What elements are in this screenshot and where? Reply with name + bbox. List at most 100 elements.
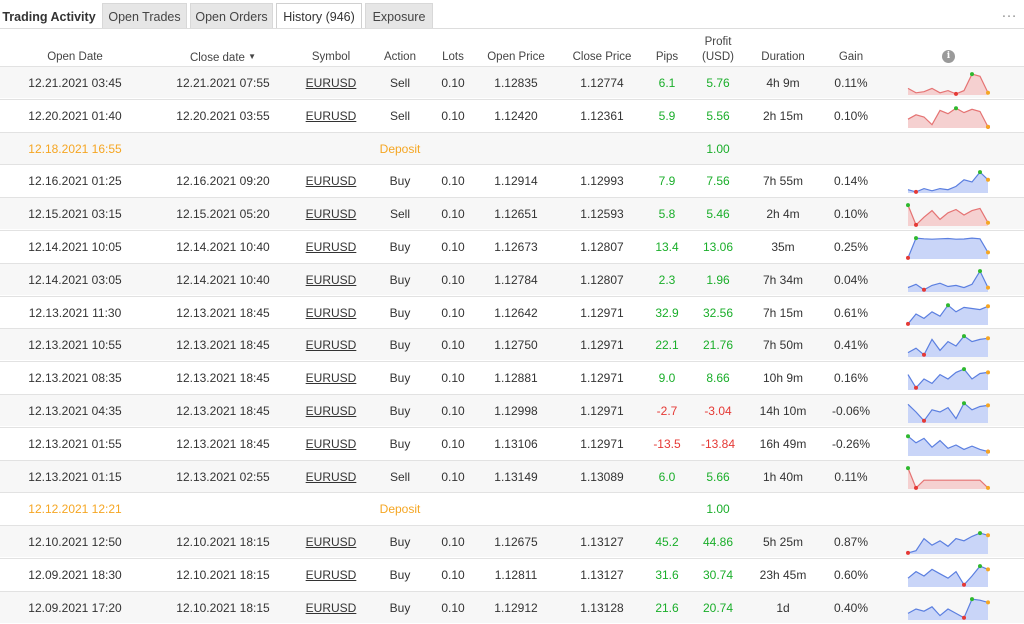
deposit-row[interactable]: 12.18.2021 16:55 Deposit 1.00 [0, 131, 1024, 164]
symbol-link[interactable]: EURUSD [300, 559, 362, 591]
lots-cell: 0.10 [441, 76, 465, 90]
sparkline-area [908, 435, 988, 456]
lots-cell: 0.10 [441, 174, 465, 189]
table-row[interactable]: 12.10.2021 12:50 12.10.2021 18:15 EURUSD Bu… [0, 525, 1024, 558]
symbol-link[interactable]: EURUSD [300, 297, 362, 329]
sparkline-last-marker [986, 370, 990, 375]
open-date-cell: 12.09.2021 17:20 [28, 600, 122, 615]
table-row[interactable]: 12.14.2021 03:05 12.14.2021 10:40 EURUSD Bu… [0, 262, 1024, 296]
close-date-cell: 12.14.2021 10:40 [176, 240, 270, 254]
table-row[interactable]: 12.15.2021 03:15 12.15.2021 05:20 EURUSD Se… [0, 197, 1024, 230]
close-date-cell: 12.20.2021 03:55 [176, 108, 270, 123]
trade-sparkline [907, 72, 990, 96]
tab-open-orders[interactable]: Open Orders [190, 3, 273, 29]
symbol-link[interactable]: EURUSD [300, 231, 362, 263]
open-date-cell: 12.13.2021 01:15 [28, 469, 122, 484]
sparkline-min-marker [914, 385, 918, 390]
open-price-cell: 1.12642 [494, 305, 538, 320]
lots-cell: 0.10 [441, 404, 465, 418]
symbol-link[interactable]: EURUSD [300, 329, 362, 361]
gain-cell: 0.61% [833, 305, 869, 320]
symbol-link[interactable]: EURUSD [300, 198, 362, 230]
col-pips[interactable]: Pips [646, 50, 688, 65]
sparkline-min-marker [914, 190, 918, 195]
sparkline-last-marker [986, 600, 990, 605]
close-price-cell: 1.12971 [580, 404, 624, 418]
pips-cell: 9.0 [658, 371, 676, 386]
lots-cell: 0.10 [441, 535, 465, 550]
close-date-cell: 12.13.2021 18:45 [176, 404, 270, 418]
duration-cell: 23h 45m [759, 568, 807, 582]
tab-exposure[interactable]: Exposure [365, 3, 433, 29]
open-price-cell: 1.12673 [494, 240, 538, 254]
sparkline-last-marker [986, 124, 990, 129]
sparkline-max-marker [970, 596, 974, 601]
symbol-link[interactable]: EURUSD [300, 395, 362, 427]
tab-open-trades[interactable]: Open Trades [102, 3, 187, 29]
symbol-link[interactable]: EURUSD [300, 264, 362, 296]
symbol-link[interactable]: EURUSD [300, 362, 362, 394]
col-lots[interactable]: Lots [432, 50, 474, 65]
more-options-icon[interactable]: … [1001, 4, 1017, 22]
deposit-row[interactable]: 12.12.2021 12:21 Deposit 1.00 [0, 492, 1024, 525]
open-price-cell: 1.12675 [494, 535, 538, 550]
gain-cell: 0.60% [833, 568, 869, 582]
symbol-link[interactable]: EURUSD [300, 428, 362, 460]
lots-cell: 0.10 [441, 600, 465, 615]
close-price-cell: 1.12361 [580, 108, 624, 123]
sparkline-area [908, 566, 988, 587]
col-open-price[interactable]: Open Price [482, 50, 550, 65]
info-icon[interactable]: i [942, 50, 955, 63]
sparkline-min-marker [914, 485, 918, 490]
sparkline-area [908, 336, 988, 358]
table-row[interactable]: 12.13.2021 01:15 12.13.2021 02:55 EURUSD Se… [0, 459, 1024, 493]
symbol-link[interactable]: EURUSD [300, 526, 362, 558]
table-row[interactable]: 12.13.2021 04:35 12.13.2021 18:45 EURUSD Bu… [0, 394, 1024, 426]
col-gain[interactable]: Gain [826, 50, 876, 65]
col-open-date[interactable]: Open Date [20, 50, 130, 65]
table-row[interactable]: 12.14.2021 10:05 12.14.2021 10:40 EURUSD Bu… [0, 230, 1024, 262]
table-row[interactable]: 12.16.2021 01:25 12.16.2021 09:20 EURUSD Bu… [0, 164, 1024, 197]
close-price-cell: 1.12993 [580, 174, 624, 189]
tab-trading-activity[interactable]: Trading Activity [0, 3, 98, 29]
col-profit[interactable]: Profit (USD) [694, 35, 742, 65]
gain-cell: 0.11% [834, 76, 868, 90]
open-price-cell: 1.13106 [494, 436, 538, 451]
col-duration[interactable]: Duration [752, 50, 814, 65]
sparkline-max-marker [914, 236, 918, 241]
close-date-cell: 12.13.2021 18:45 [176, 305, 270, 320]
col-symbol[interactable]: Symbol [300, 50, 362, 65]
symbol-link[interactable]: EURUSD [300, 100, 362, 132]
col-action[interactable]: Action [370, 50, 430, 65]
profit-cell: 1.96 [706, 272, 730, 287]
open-date-cell: 12.14.2021 10:05 [28, 240, 122, 254]
table-row[interactable]: 12.13.2021 10:55 12.13.2021 18:45 EURUSD Bu… [0, 328, 1024, 361]
symbol-link[interactable]: EURUSD [300, 165, 362, 197]
symbol-link[interactable]: EURUSD [300, 461, 362, 493]
col-close-price[interactable]: Close Price [566, 50, 638, 65]
table-row[interactable]: 12.13.2021 08:35 12.13.2021 18:45 EURUSD Bu… [0, 361, 1024, 394]
open-price-cell: 1.12835 [494, 76, 538, 90]
table-row[interactable]: 12.09.2021 18:30 12.10.2021 18:15 EURUSD Bu… [0, 558, 1024, 590]
open-date-cell: 12.13.2021 11:30 [28, 305, 122, 320]
duration-cell: 16h 49m [759, 436, 807, 451]
table-row[interactable]: 12.20.2021 01:40 12.20.2021 03:55 EURUSD Se… [0, 98, 1024, 132]
lots-cell: 0.10 [441, 469, 465, 484]
table-row[interactable]: 12.13.2021 11:30 12.13.2021 18:45 EURUSD Bu… [0, 295, 1024, 329]
table-row[interactable]: 12.13.2021 01:55 12.13.2021 18:45 EURUSD Bu… [0, 426, 1024, 460]
symbol-link[interactable]: EURUSD [300, 67, 362, 99]
close-date-cell: 12.14.2021 10:40 [176, 272, 270, 287]
col-profit-line2: (USD) [702, 51, 734, 63]
table-row[interactable]: 12.09.2021 17:20 12.10.2021 18:15 EURUSD Bu… [0, 590, 1024, 624]
gain-cell: 0.14% [833, 174, 869, 189]
col-close-date[interactable]: Close date ▼ [168, 49, 278, 66]
action-cell: Buy [389, 272, 411, 287]
duration-cell: 35m [771, 240, 795, 254]
table-row[interactable]: 12.21.2021 03:45 12.21.2021 07:55 EURUSD Se… [0, 66, 1024, 98]
open-date-cell: 12.13.2021 04:35 [28, 404, 122, 418]
tab-history[interactable]: History (946) [276, 3, 362, 29]
close-price-cell: 1.12971 [580, 338, 624, 353]
symbol-link[interactable]: EURUSD [300, 592, 362, 624]
open-date-cell: 12.09.2021 18:30 [28, 568, 122, 582]
duration-cell: 14h 10m [759, 404, 807, 418]
